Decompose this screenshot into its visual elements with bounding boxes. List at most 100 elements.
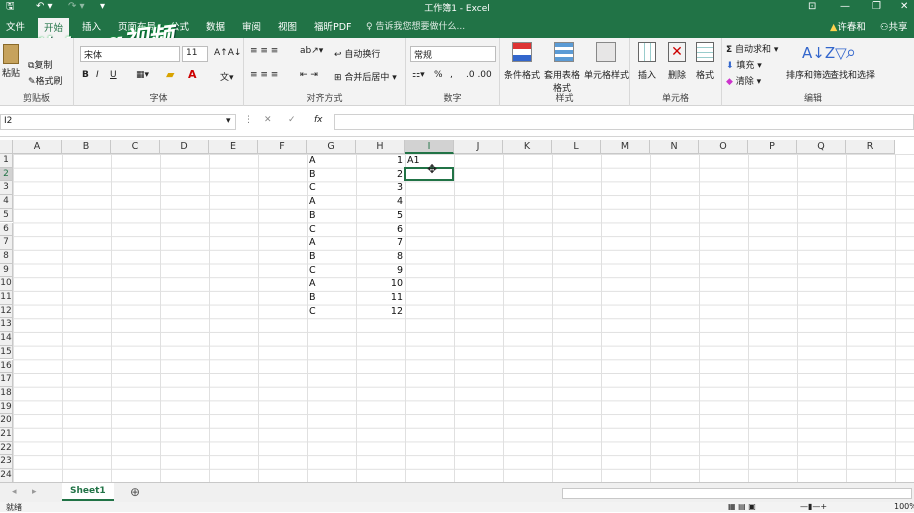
fill-button[interactable]: ⬇ 填充 ▾	[726, 58, 762, 71]
align-top-icon[interactable]: ≡ ≡ ≡	[250, 46, 278, 56]
row-header-4[interactable]: 4	[0, 195, 13, 209]
row-header-9[interactable]: 9	[0, 263, 13, 278]
decimal-icon[interactable]: .0 .00	[466, 70, 492, 80]
fill-color-icon[interactable]: ▰	[166, 68, 174, 81]
column-header-n[interactable]: N	[650, 140, 699, 154]
conditional-format-button[interactable]: 条件格式	[504, 68, 540, 81]
underline-button[interactable]: U	[110, 70, 117, 80]
share-button[interactable]: ⚇共享	[880, 19, 908, 33]
row-header-24[interactable]: 24	[0, 469, 13, 482]
sort-filter-button[interactable]: 排序和筛选	[786, 68, 831, 81]
minimize-icon[interactable]: —	[840, 0, 850, 14]
column-header-r[interactable]: R	[846, 140, 895, 154]
row-header-5[interactable]: 5	[0, 208, 13, 223]
enter-icon[interactable]: ✓	[288, 115, 296, 125]
font-name-select[interactable]: 宋体	[80, 46, 180, 62]
column-header-e[interactable]: E	[209, 140, 258, 154]
insert-button[interactable]: 插入	[638, 68, 656, 81]
cell-g7[interactable]: A	[309, 236, 354, 250]
cell-g5[interactable]: B	[309, 209, 354, 223]
cell-h4[interactable]: 4	[358, 195, 403, 209]
font-color-icon[interactable]: A	[188, 68, 197, 81]
paste-icon[interactable]	[3, 44, 19, 64]
formula-input[interactable]	[334, 114, 914, 130]
name-box-dropdown-icon[interactable]: ▾	[226, 116, 231, 126]
percent-button[interactable]: %	[434, 70, 443, 80]
insert-function-icon[interactable]: fx	[314, 115, 323, 125]
row-header-21[interactable]: 21	[0, 428, 13, 442]
paste-button[interactable]: 粘贴	[2, 66, 20, 79]
tab-view[interactable]: 视图	[278, 19, 297, 33]
row-header-14[interactable]: 14	[0, 332, 13, 346]
cell-g2[interactable]: B	[309, 168, 354, 182]
cell-h5[interactable]: 5	[358, 209, 403, 223]
autosum-button[interactable]: Σ 自动求和 ▾	[726, 42, 778, 55]
tab-file[interactable]: 文件	[6, 19, 25, 33]
accounting-icon[interactable]: ⚏▾	[412, 70, 425, 80]
sheet-tab-sheet1[interactable]: Sheet1	[62, 483, 114, 501]
indent-icon[interactable]: ⇤ ⇥	[300, 70, 318, 80]
column-header-k[interactable]: K	[503, 140, 552, 154]
cell-h7[interactable]: 7	[358, 236, 403, 250]
cell-h6[interactable]: 6	[358, 223, 403, 237]
column-header-q[interactable]: Q	[797, 140, 846, 154]
cell-styles-button[interactable]: 单元格样式	[584, 68, 629, 81]
column-header-d[interactable]: D	[160, 140, 209, 154]
tab-data[interactable]: 数据	[206, 19, 225, 33]
bold-button[interactable]: B	[82, 70, 89, 80]
view-icons[interactable]: ▦ ▤ ▣	[728, 502, 756, 511]
column-header-p[interactable]: P	[748, 140, 797, 154]
row-header-8[interactable]: 8	[0, 249, 13, 264]
ribbon-display-icon[interactable]: ⊡	[808, 0, 816, 14]
row-header-18[interactable]: 18	[0, 386, 13, 401]
column-header-b[interactable]: B	[62, 140, 111, 154]
cell-h3[interactable]: 3	[358, 181, 403, 195]
tab-foxit-pdf[interactable]: 福昕PDF	[314, 19, 352, 33]
tell-me-search[interactable]: ♀ 告诉我您想要做什么...	[366, 19, 465, 32]
cell-g12[interactable]: C	[309, 305, 354, 319]
delete-button[interactable]: 删除	[668, 68, 686, 81]
column-header-o[interactable]: O	[699, 140, 748, 154]
row-header-3[interactable]: 3	[0, 181, 13, 196]
copy-button[interactable]: ⧉复制	[28, 58, 52, 71]
cell-h1[interactable]: 1	[358, 154, 403, 168]
wrap-text-button[interactable]: ↩ 自动换行	[334, 47, 380, 60]
column-header-h[interactable]: H	[356, 140, 405, 154]
restore-icon[interactable]: ❐	[872, 0, 881, 14]
cell-g4[interactable]: A	[309, 195, 354, 209]
worksheet-grid[interactable]: A B C D E F G H I J K L M N O P Q R 1 2 3 4 5 6 7 8 9 10 11 12 13 14 15 1…	[0, 140, 914, 482]
tab-formulas[interactable]: 公式	[170, 19, 189, 33]
cell-g3[interactable]: C	[309, 181, 354, 195]
cell-h8[interactable]: 8	[358, 250, 403, 264]
zoom-level[interactable]: 100%	[894, 502, 914, 511]
cell-h11[interactable]: 11	[358, 291, 403, 305]
row-header-20[interactable]: 20	[0, 414, 13, 428]
clear-button[interactable]: ◆ 清除 ▾	[726, 74, 761, 87]
horizontal-scrollbar[interactable]	[562, 488, 912, 499]
column-header-g[interactable]: G	[307, 140, 356, 154]
merge-center-button[interactable]: ⊞ 合并后居中 ▾	[334, 70, 397, 83]
row-header-12[interactable]: 12	[0, 304, 13, 319]
column-header-i[interactable]: I	[405, 140, 454, 154]
find-select-button[interactable]: 查找和选择	[830, 68, 875, 81]
user-account[interactable]: ▲许春和	[830, 19, 866, 33]
prev-sheet-icon[interactable]: ◂	[12, 487, 17, 497]
cell-h9[interactable]: 9	[358, 264, 403, 278]
cell-g9[interactable]: C	[309, 264, 354, 278]
row-header-13[interactable]: 13	[0, 318, 13, 333]
next-sheet-icon[interactable]: ▸	[32, 487, 37, 497]
column-header-l[interactable]: L	[552, 140, 601, 154]
orientation-icon[interactable]: ab↗▾	[300, 46, 323, 56]
font-size-select[interactable]: 11	[182, 46, 208, 62]
row-header-15[interactable]: 15	[0, 345, 13, 360]
column-header-f[interactable]: F	[258, 140, 307, 154]
cell-g11[interactable]: B	[309, 291, 354, 305]
cell-h12[interactable]: 12	[358, 305, 403, 319]
grow-font-icon[interactable]: A↑A↓	[214, 48, 241, 58]
tab-review[interactable]: 审阅	[242, 19, 261, 33]
row-header-1[interactable]: 1	[0, 154, 13, 168]
border-icon[interactable]: ▦▾	[136, 70, 149, 80]
format-painter-button[interactable]: ✎格式刷	[28, 74, 63, 87]
select-all-corner[interactable]	[0, 140, 13, 154]
row-header-7[interactable]: 7	[0, 236, 13, 250]
